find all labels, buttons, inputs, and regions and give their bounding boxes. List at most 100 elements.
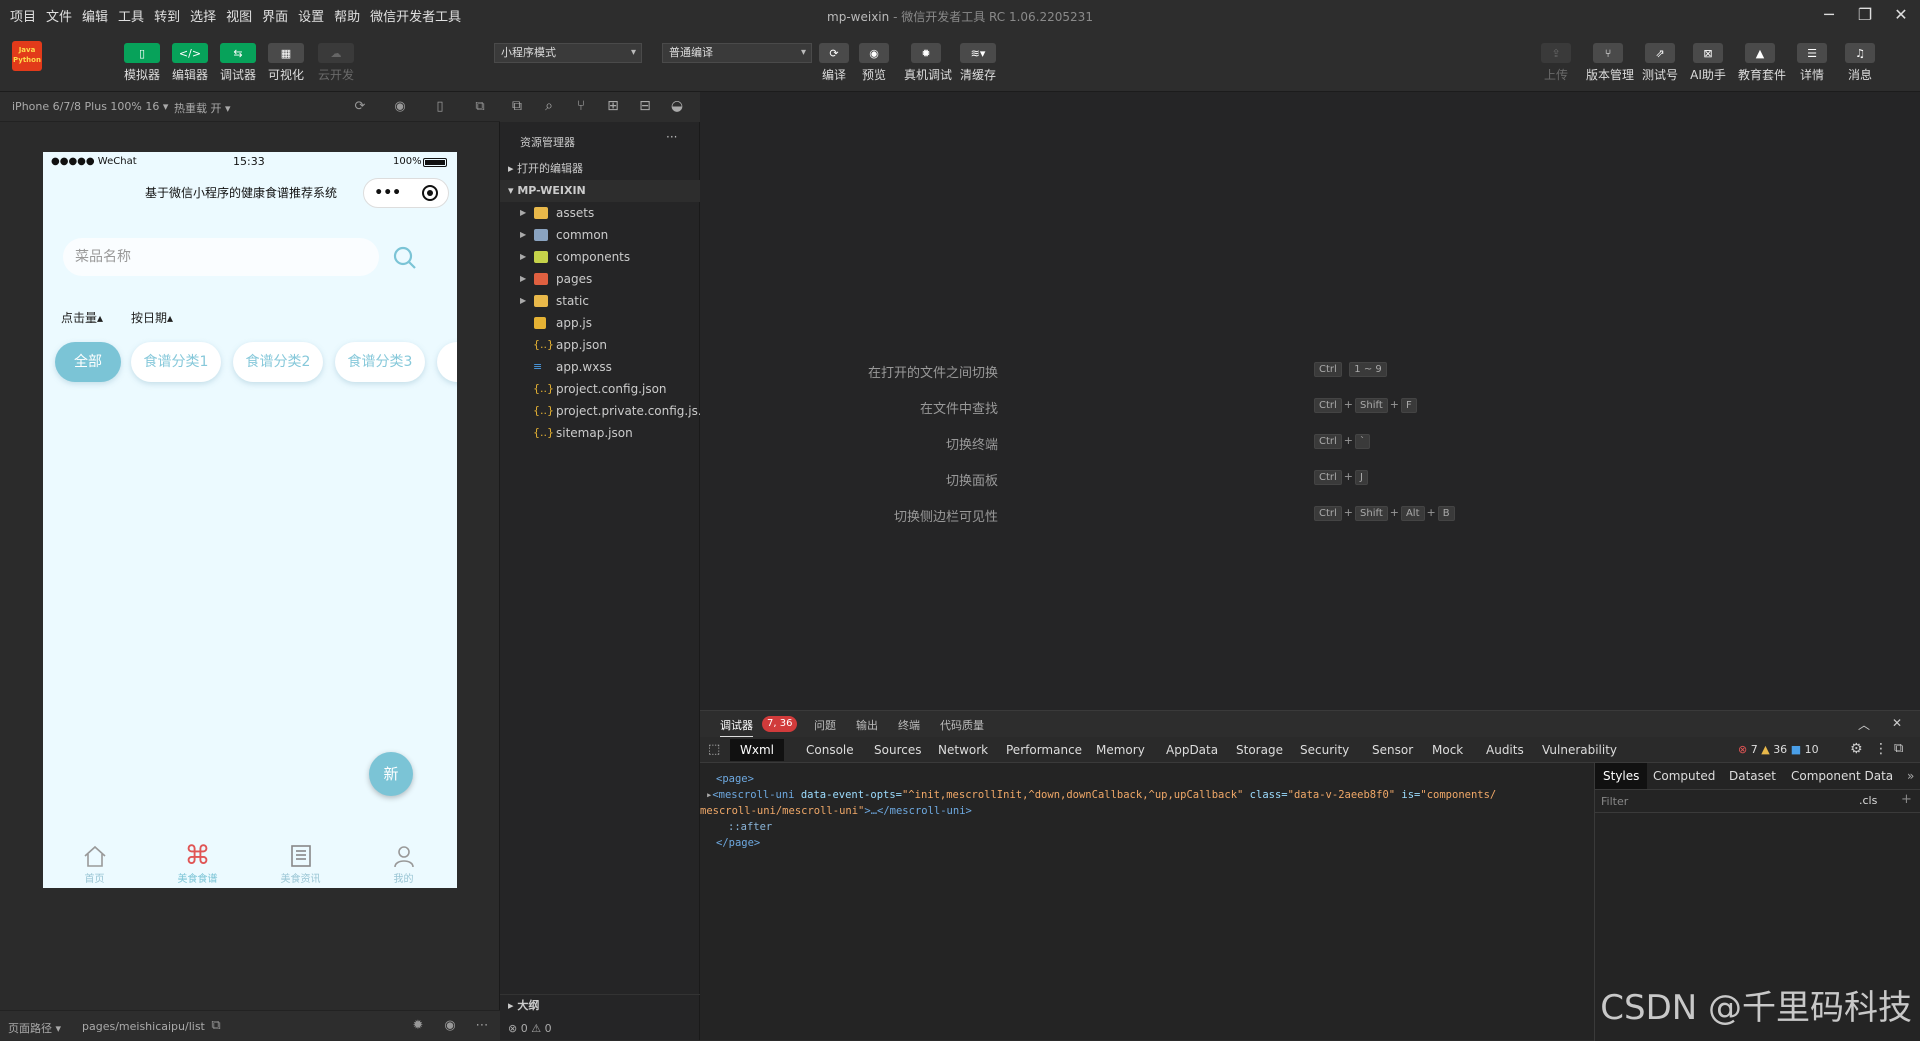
devtab-storage[interactable]: Storage bbox=[1236, 743, 1283, 757]
version-manage-button[interactable]: ⑂ 版本管理 bbox=[1586, 43, 1634, 83]
dataset-tab[interactable]: Dataset bbox=[1729, 769, 1776, 783]
devtab-audits[interactable]: Audits bbox=[1486, 743, 1524, 757]
menu-tools[interactable]: 工具 bbox=[113, 6, 149, 25]
tab-debugger[interactable]: 调试器 bbox=[720, 717, 753, 738]
close-panel-icon[interactable]: ✕ bbox=[1892, 716, 1902, 730]
files-icon[interactable]: ⧉ bbox=[508, 98, 526, 116]
menu-help[interactable]: 帮助 bbox=[329, 6, 365, 25]
ai-assistant-button[interactable]: ⊠ AI助手 bbox=[1686, 43, 1730, 83]
remote-debug-button[interactable]: ✹ 真机调试 bbox=[904, 43, 952, 83]
file-app-wxss[interactable]: ≡ app.wxss bbox=[500, 356, 700, 378]
wxml-tree[interactable]: <page> ▸<mescroll-uni data-event-opts="^… bbox=[700, 763, 1594, 991]
tab-mine[interactable]: 我的 bbox=[352, 842, 455, 885]
styles-tab[interactable]: Styles bbox=[1595, 763, 1648, 789]
devtab-security[interactable]: Security bbox=[1300, 743, 1349, 757]
detach-window-icon[interactable]: ⧉ bbox=[472, 99, 488, 115]
sort-by-date[interactable]: 按日期▴ bbox=[131, 309, 173, 326]
menu-file[interactable]: 文件 bbox=[41, 6, 77, 25]
tab-terminal[interactable]: 终端 bbox=[898, 717, 920, 733]
tab-recipes[interactable]: ⌘ 美食食谱 bbox=[146, 841, 249, 885]
menu-view[interactable]: 视图 bbox=[221, 6, 257, 25]
kebab-menu-icon[interactable]: ⋮ bbox=[1874, 741, 1888, 757]
inspect-element-icon[interactable]: ⬚ bbox=[708, 742, 720, 757]
simulator-button[interactable]: ▯ 模拟器 bbox=[120, 43, 164, 83]
file-sitemap[interactable]: {..} sitemap.json bbox=[500, 422, 700, 444]
menu-goto[interactable]: 转到 bbox=[149, 6, 185, 25]
hot-reload-toggle[interactable]: 热重载 开 ▾ bbox=[174, 100, 231, 116]
devtab-appdata[interactable]: AppData bbox=[1166, 743, 1218, 757]
collapse-panel-icon[interactable]: ︿ bbox=[1858, 716, 1870, 733]
upload-button[interactable]: ⇪ 上传 bbox=[1534, 43, 1578, 83]
source-control-icon[interactable]: ⑂ bbox=[572, 98, 590, 116]
tab-output[interactable]: 输出 bbox=[856, 717, 878, 733]
page-path-select[interactable]: 页面路径 ▾ bbox=[8, 1020, 61, 1036]
cloud-dev-button[interactable]: ☁ 云开发 bbox=[314, 43, 358, 83]
chip-category-3[interactable]: 食谱分类3 bbox=[335, 342, 425, 382]
wxml-line[interactable]: </page> bbox=[716, 835, 1594, 851]
computed-tab[interactable]: Computed bbox=[1653, 769, 1715, 783]
dock-icon[interactable]: ⧉ bbox=[1894, 741, 1903, 756]
compile-mode-select[interactable]: 普通编译 bbox=[662, 43, 812, 63]
eye-icon[interactable]: ◉ bbox=[442, 1018, 458, 1034]
file-project-config[interactable]: {..} project.config.json bbox=[500, 378, 700, 400]
folder-components[interactable]: ▶ components bbox=[500, 246, 700, 268]
devtab-sources[interactable]: Sources bbox=[874, 743, 921, 757]
devtab-sensor[interactable]: Sensor bbox=[1372, 743, 1413, 757]
settings-gear-icon[interactable]: ⚙ bbox=[1850, 741, 1863, 757]
mode-select[interactable]: 小程序模式 bbox=[494, 43, 642, 63]
search-icon[interactable] bbox=[393, 246, 417, 270]
restore-icon[interactable]: ❐ bbox=[1850, 5, 1880, 25]
devtab-vulnerability[interactable]: Vulnerability bbox=[1542, 743, 1617, 757]
details-button[interactable]: ☰ 详情 bbox=[1790, 43, 1834, 83]
wxml-line[interactable]: mescroll-uni/mescroll-uni">…</mescroll-u… bbox=[700, 803, 1578, 819]
wxml-line[interactable]: ▸<mescroll-uni data-event-opts="^init,me… bbox=[706, 787, 1584, 803]
new-recipe-button[interactable]: 新 bbox=[369, 752, 413, 796]
test-account-button[interactable]: ⇗ 测试号 bbox=[1638, 43, 1682, 83]
problems-status[interactable]: ⊗ 0 ⚠ 0 bbox=[508, 1018, 700, 1040]
folder-assets[interactable]: ▶ assets bbox=[500, 202, 700, 224]
clear-cache-button[interactable]: ≋▾ 清缓存 bbox=[956, 43, 1000, 83]
chip-all[interactable]: 全部 bbox=[55, 342, 121, 382]
tab-home[interactable]: 首页 bbox=[43, 842, 146, 885]
chip-category-1[interactable]: 食谱分类1 bbox=[131, 342, 221, 382]
cls-toggle[interactable]: .cls bbox=[1859, 794, 1877, 807]
devtab-memory[interactable]: Memory bbox=[1096, 743, 1145, 757]
devtab-mock[interactable]: Mock bbox=[1432, 743, 1463, 757]
devtab-performance[interactable]: Performance bbox=[1006, 743, 1082, 757]
add-style-icon[interactable]: + bbox=[1901, 792, 1912, 807]
menu-edit[interactable]: 编辑 bbox=[77, 6, 113, 25]
wxml-line[interactable]: <page> bbox=[716, 771, 1594, 787]
debugger-button[interactable]: ⇆ 调试器 bbox=[216, 43, 260, 83]
file-app-json[interactable]: {..} app.json bbox=[500, 334, 700, 356]
folder-pages[interactable]: ▶ pages bbox=[500, 268, 700, 290]
devtab-network[interactable]: Network bbox=[938, 743, 988, 757]
dish-search-input[interactable]: 菜品名称 bbox=[63, 238, 379, 276]
rotate-icon[interactable]: ⟳ bbox=[352, 99, 368, 115]
project-section[interactable]: ▾ MP-WEIXIN bbox=[500, 180, 700, 202]
close-window-icon[interactable]: ✕ bbox=[1886, 5, 1916, 25]
wxml-line[interactable]: ::after bbox=[716, 819, 1594, 835]
tab-problems[interactable]: 问题 bbox=[814, 717, 836, 733]
menu-project[interactable]: 项目 bbox=[0, 6, 41, 25]
menu-select[interactable]: 选择 bbox=[185, 6, 221, 25]
chip-category-2[interactable]: 食谱分类2 bbox=[233, 342, 323, 382]
compile-button[interactable]: ⟳ 编译 bbox=[812, 43, 856, 83]
preview-button[interactable]: ◉ 预览 bbox=[852, 43, 896, 83]
storage-icon[interactable]: ⊟ bbox=[636, 98, 654, 116]
record-icon[interactable]: ◉ bbox=[392, 99, 408, 115]
close-target-icon[interactable] bbox=[421, 185, 438, 201]
devtab-wxml[interactable]: Wxml bbox=[730, 739, 784, 761]
explorer-more-icon[interactable]: ··· bbox=[666, 130, 677, 144]
device-select[interactable]: iPhone 6/7/8 Plus 100% 16 ▾ bbox=[12, 100, 168, 113]
editor-button[interactable]: </> 编辑器 bbox=[168, 43, 212, 83]
tab-news[interactable]: 美食资讯 bbox=[249, 842, 352, 885]
docker-icon[interactable]: ◒ bbox=[668, 98, 686, 116]
education-kit-button[interactable]: ▲ 教育套件 bbox=[1738, 43, 1786, 83]
more-tabs-icon[interactable]: » bbox=[1907, 769, 1914, 783]
more-dots-icon[interactable]: ••• bbox=[374, 185, 401, 201]
sort-by-clicks[interactable]: 点击量▴ bbox=[61, 309, 103, 326]
search-icon[interactable]: ⌕ bbox=[540, 98, 558, 116]
more-icon[interactable]: ⋯ bbox=[474, 1018, 490, 1034]
menu-settings[interactable]: 设置 bbox=[293, 6, 329, 25]
visual-button[interactable]: ▦ 可视化 bbox=[264, 43, 308, 83]
